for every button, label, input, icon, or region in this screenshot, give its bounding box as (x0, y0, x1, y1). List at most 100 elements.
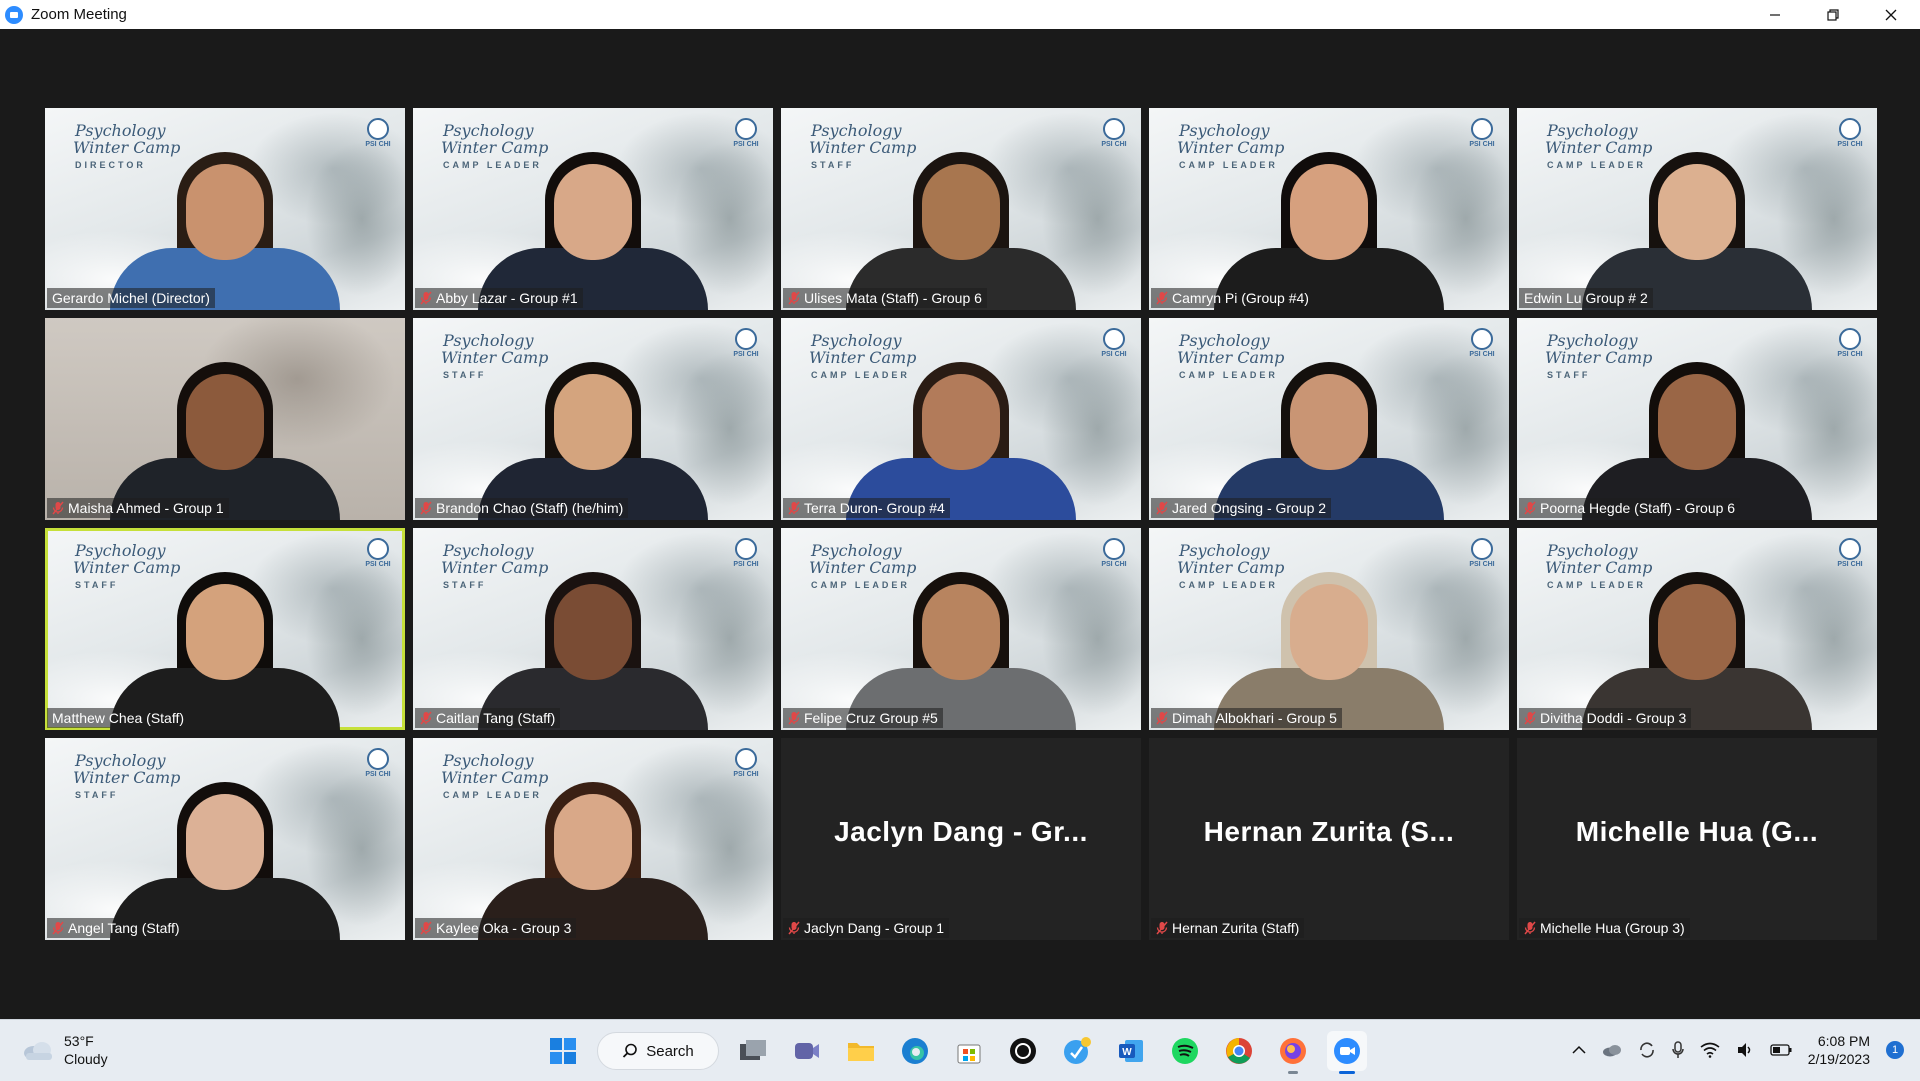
participant-tile[interactable]: Psychology Winter Camp DIRECTOR PSI CHI Gera… (45, 108, 405, 310)
psi-chi-badge: PSI CHI (1099, 118, 1129, 148)
wifi-icon[interactable] (1700, 1042, 1720, 1058)
face-shape (1290, 164, 1368, 260)
chevron-up-icon[interactable] (1572, 1045, 1586, 1055)
participant-name: Maisha Ahmed - Group 1 (68, 500, 224, 516)
participant-tile[interactable]: Psychology Winter Camp CAMP LEADER PSI CHI C… (1149, 108, 1509, 310)
participant-video (1209, 340, 1449, 520)
participant-name-large: Michelle Hua (G... (1575, 816, 1819, 847)
task-view-button[interactable] (733, 1031, 773, 1071)
reminder-button[interactable] (1057, 1031, 1097, 1071)
badge-label: PSI CHI (1469, 141, 1495, 148)
seal-icon (735, 118, 757, 140)
notification-badge[interactable]: 1 (1886, 1041, 1904, 1059)
file-explorer-button[interactable] (841, 1031, 881, 1071)
participant-tile[interactable]: Psychology Winter Camp STAFF PSI CHI Angel T… (45, 738, 405, 940)
chatgpt-icon (1010, 1038, 1036, 1064)
participant-tile[interactable]: Psychology Winter Camp STAFF PSI CHI Poorna … (1517, 318, 1877, 520)
chatgpt-button[interactable] (1003, 1031, 1043, 1071)
participant-name-label: Dimah Albokhari - Group 5 (1151, 708, 1342, 728)
face-shape (186, 164, 264, 260)
seal-icon (1103, 328, 1125, 350)
start-button[interactable] (543, 1031, 583, 1071)
taskbar-clock[interactable]: 6:08 PM 2/19/2023 (1808, 1032, 1870, 1068)
participant-name-label: Michelle Hua (Group 3) (1519, 918, 1690, 938)
participant-name: Camryn Pi (Group #4) (1172, 290, 1309, 306)
badge-label: PSI CHI (733, 141, 759, 148)
participant-name: Poorna Hegde (Staff) - Group 6 (1540, 500, 1736, 516)
microphone-muted-icon (1524, 501, 1536, 515)
seal-icon (735, 328, 757, 350)
zoom-button[interactable] (1327, 1031, 1367, 1074)
participant-tile[interactable]: Psychology Winter Camp CAMP LEADER PSI CHI E… (1517, 108, 1877, 310)
firefox-button[interactable] (1273, 1031, 1313, 1074)
participant-tile[interactable]: Psychology Winter Camp CAMP LEADER PSI CHI K… (413, 738, 773, 940)
face-shape (554, 794, 632, 890)
volume-icon[interactable] (1736, 1042, 1754, 1058)
chrome-button[interactable] (1219, 1031, 1259, 1071)
participant-tile[interactable]: Psychology Winter Camp CAMP LEADER PSI CHI D… (1149, 528, 1509, 730)
battery-icon[interactable] (1770, 1044, 1792, 1056)
search-icon (623, 1043, 638, 1058)
badge-label: PSI CHI (365, 141, 391, 148)
restore-button[interactable] (1804, 0, 1862, 29)
psi-chi-badge: PSI CHI (1099, 328, 1129, 358)
participant-tile[interactable]: Psychology Winter Camp CAMP LEADER PSI CHI A… (413, 108, 773, 310)
participant-tile[interactable]: Maisha Ahmed - Group 1 (45, 318, 405, 520)
weather-widget[interactable]: 53°F Cloudy (22, 1032, 108, 1068)
participant-video (1209, 550, 1449, 730)
participant-video (841, 340, 1081, 520)
psi-chi-badge: PSI CHI (731, 328, 761, 358)
microphone-muted-icon (420, 291, 432, 305)
face-shape (1290, 584, 1368, 680)
store-button[interactable] (949, 1031, 989, 1071)
participant-tile[interactable]: Psychology Winter Camp CAMP LEADER PSI CHI T… (781, 318, 1141, 520)
participant-tile[interactable]: Jaclyn Dang - Gr... Jaclyn Dang - Group 1 (781, 738, 1141, 940)
participant-tile[interactable]: Michelle Hua (G... Michelle Hua (Group 3) (1517, 738, 1877, 940)
participant-tile[interactable]: Psychology Winter Camp STAFF PSI CHI Caitlan… (413, 528, 773, 730)
file-explorer-icon (848, 1043, 874, 1061)
window-title: Zoom Meeting (31, 6, 127, 23)
face-shape (554, 584, 632, 680)
participant-video (105, 340, 345, 520)
sync-icon[interactable] (1638, 1041, 1656, 1059)
taskbar-search[interactable]: Search (597, 1032, 719, 1070)
participant-tile[interactable]: Hernan Zurita (S... Hernan Zurita (Staff) (1149, 738, 1509, 940)
participant-tile[interactable]: Psychology Winter Camp STAFF PSI CHI Ulises … (781, 108, 1141, 310)
microphone-icon[interactable] (1671, 1041, 1684, 1059)
participant-role: STAFF (75, 580, 119, 590)
participant-name: Michelle Hua (Group 3) (1540, 920, 1685, 936)
participant-tile[interactable]: Psychology Winter Camp STAFF PSI CHI Brandon… (413, 318, 773, 520)
seal-icon (1471, 328, 1493, 350)
participant-name-label: Gerardo Michel (Director) (47, 288, 215, 308)
participant-tile[interactable]: Psychology Winter Camp CAMP LEADER PSI CHI D… (1517, 528, 1877, 730)
microphone-muted-icon (420, 501, 432, 515)
participant-video (105, 550, 345, 730)
participant-name-label: Angel Tang (Staff) (47, 918, 185, 938)
participant-tile[interactable]: Psychology Winter Camp CAMP LEADER PSI CHI J… (1149, 318, 1509, 520)
onedrive-icon[interactable] (1602, 1043, 1622, 1057)
minimize-button[interactable] (1746, 0, 1804, 29)
gallery-view: Psychology Winter Camp DIRECTOR PSI CHI Gera… (0, 29, 1920, 1019)
spotify-button[interactable] (1165, 1031, 1205, 1071)
badge-label: PSI CHI (733, 771, 759, 778)
participant-video (1209, 130, 1449, 310)
participant-tile[interactable]: Psychology Winter Camp CAMP LEADER PSI CHI F… (781, 528, 1141, 730)
face-shape (186, 794, 264, 890)
zoom-icon (1334, 1038, 1360, 1064)
badge-label: PSI CHI (1469, 351, 1495, 358)
camp-logo-line1: Psychology (75, 541, 166, 560)
seal-icon (367, 748, 389, 770)
face-shape (922, 374, 1000, 470)
svg-text:W: W (1122, 1047, 1132, 1058)
participant-name: Gerardo Michel (Director) (52, 290, 210, 306)
face-shape (922, 584, 1000, 680)
participant-tile[interactable]: Psychology Winter Camp STAFF PSI CHI Matthew… (45, 528, 405, 730)
close-button[interactable] (1862, 0, 1920, 29)
microphone-muted-icon (1524, 921, 1536, 935)
teams-button[interactable] (787, 1031, 827, 1071)
edge-button[interactable] (895, 1031, 935, 1071)
word-button[interactable]: W (1111, 1031, 1151, 1071)
camp-logo: Psychology Winter Camp STAFF (73, 541, 185, 591)
microphone-muted-icon (420, 711, 432, 725)
badge-label: PSI CHI (1101, 351, 1127, 358)
